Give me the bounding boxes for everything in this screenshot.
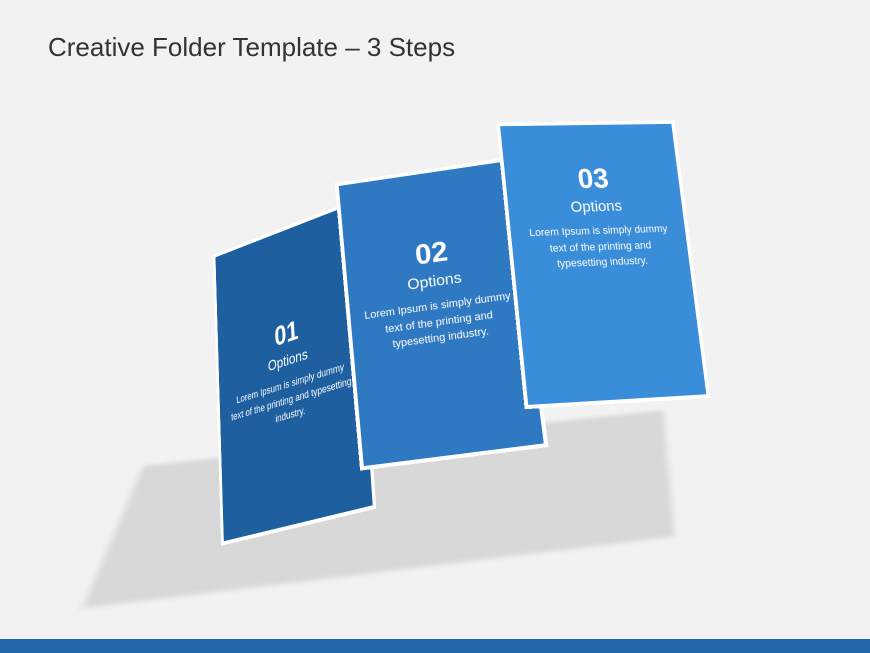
panel-03-body: Lorem Ipsum is simply dummy text of the … <box>510 221 690 274</box>
panel-03-label: Options <box>508 197 683 219</box>
folder-stage: 01 Options Lorem Ipsum is simply dummy t… <box>0 0 870 653</box>
panel-03-number: 03 <box>504 162 680 198</box>
panel-03: 03 Options Lorem Ipsum is simply dummy t… <box>496 120 711 409</box>
footer-bar <box>0 639 870 653</box>
